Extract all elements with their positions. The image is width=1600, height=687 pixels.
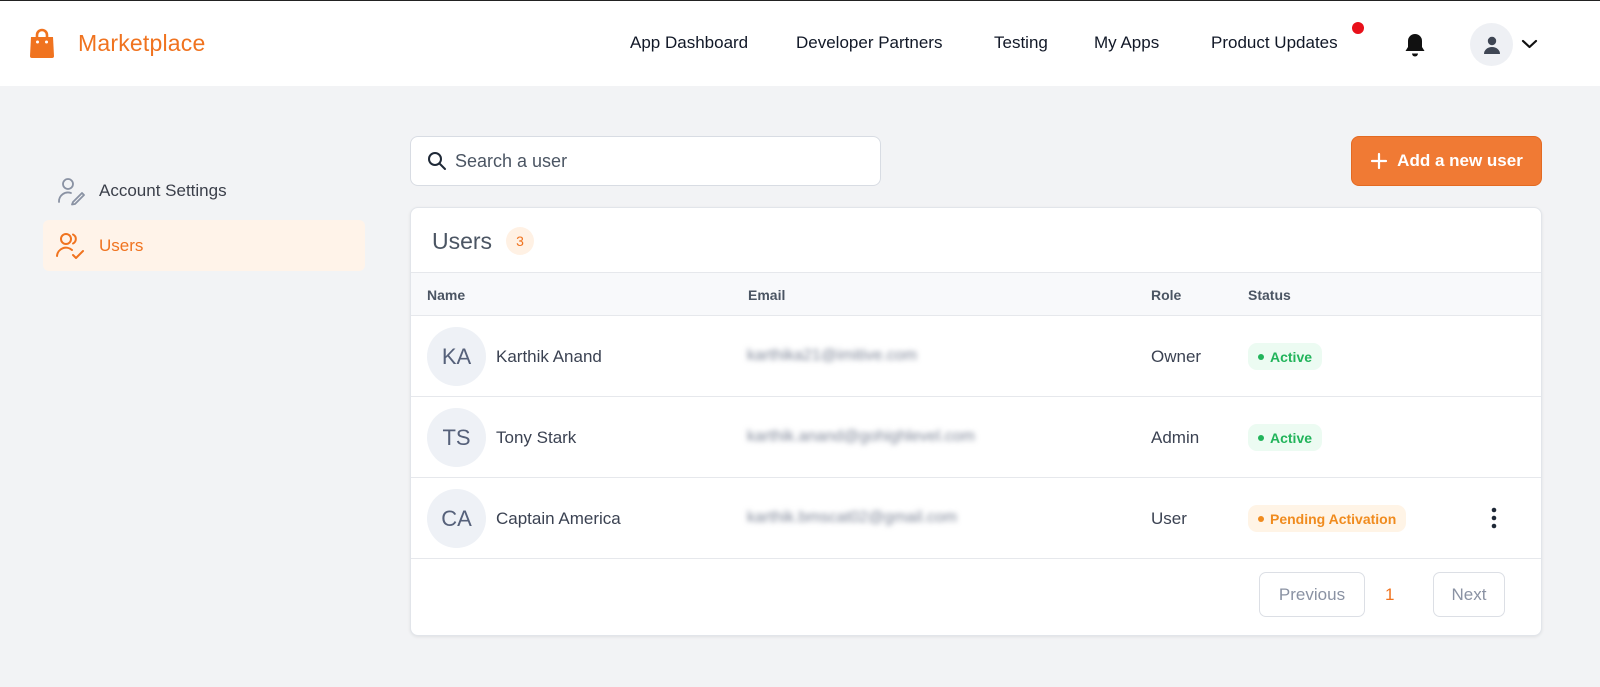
notification-dot <box>1352 22 1364 34</box>
status-badge: Active <box>1248 424 1323 451</box>
user-role: Owner <box>1151 347 1202 366</box>
status-badge: Pending Activation <box>1248 505 1407 532</box>
nav-product-updates[interactable]: Product Updates <box>1211 33 1338 53</box>
nav-my-apps[interactable]: My Apps <box>1094 33 1159 53</box>
table-row[interactable]: KA Karthik Anand karthika21@imitive.com … <box>411 316 1541 397</box>
plus-icon <box>1371 152 1388 170</box>
column-header-email: Email <box>748 287 786 303</box>
previous-page-button[interactable]: Previous <box>1259 572 1365 617</box>
avatar: KA <box>427 327 486 386</box>
column-header-name: Name <box>427 287 466 303</box>
search-box <box>410 136 881 186</box>
nav-developer-partners[interactable]: Developer Partners <box>796 33 942 53</box>
user-edit-icon <box>58 177 85 205</box>
search-input[interactable] <box>455 150 855 172</box>
status-label: Active <box>1270 348 1313 365</box>
avatar: CA <box>427 489 486 548</box>
avatar: TS <box>427 408 486 467</box>
bell-icon[interactable] <box>1403 32 1427 58</box>
add-user-button[interactable]: Add a new user <box>1351 136 1542 186</box>
user-name: Tony Stark <box>496 428 577 447</box>
table-row[interactable]: TS Tony Stark karthik.anand@gohighlevel.… <box>411 397 1541 478</box>
column-header-status: Status <box>1248 287 1291 303</box>
user-name: Captain America <box>496 509 621 528</box>
chevron-down-icon[interactable] <box>1521 38 1538 50</box>
users-title: Users <box>432 227 493 254</box>
search-icon <box>428 152 446 170</box>
nav-app-dashboard[interactable]: App Dashboard <box>630 33 748 53</box>
status-dot <box>1258 434 1264 441</box>
sidebar-item-label: Users <box>99 235 144 255</box>
user-icon <box>1483 36 1500 54</box>
top-navigation-bar: Marketplace App Dashboard Developer Part… <box>0 0 1600 86</box>
current-page-number[interactable]: 1 <box>1385 585 1394 605</box>
users-card: Users 3 Name Email Role Status KA Karthi… <box>410 207 1542 636</box>
next-page-button[interactable]: Next <box>1433 572 1505 617</box>
status-badge: Active <box>1248 343 1323 370</box>
user-email: karthik.bmscat02@gmail.com <box>747 509 958 526</box>
column-header-role: Role <box>1151 287 1182 303</box>
table-row[interactable]: CA Captain America karthik.bmscat02@gmai… <box>411 478 1541 559</box>
user-name: Karthik Anand <box>496 347 602 366</box>
status-dot <box>1258 353 1264 360</box>
users-count-badge: 3 <box>506 227 535 255</box>
more-options-icon[interactable] <box>1490 507 1498 529</box>
sidebar-item-label: Account Settings <box>99 180 227 200</box>
user-role: Admin <box>1151 428 1200 447</box>
user-email: karthika21@imitive.com <box>747 347 918 364</box>
status-label: Pending Activation <box>1270 510 1397 527</box>
users-check-icon <box>56 232 84 259</box>
shopping-bag-icon <box>30 28 54 58</box>
brand-name: Marketplace <box>78 29 206 56</box>
sidebar-item-account-settings[interactable]: Account Settings <box>43 165 365 216</box>
status-label: Active <box>1270 429 1313 446</box>
user-avatar-button[interactable] <box>1470 23 1513 66</box>
add-user-label: Add a new user <box>1397 151 1523 170</box>
brand-logo[interactable]: Marketplace <box>28 27 205 59</box>
sidebar-item-users[interactable]: Users <box>43 220 365 271</box>
user-email: karthik.anand@gohighlevel.com <box>747 428 975 445</box>
user-role: User <box>1151 509 1187 528</box>
table-header: Name Email Role Status <box>411 272 1541 316</box>
card-title: Users 3 <box>432 227 535 255</box>
nav-testing[interactable]: Testing <box>994 33 1048 53</box>
status-dot <box>1258 515 1264 522</box>
